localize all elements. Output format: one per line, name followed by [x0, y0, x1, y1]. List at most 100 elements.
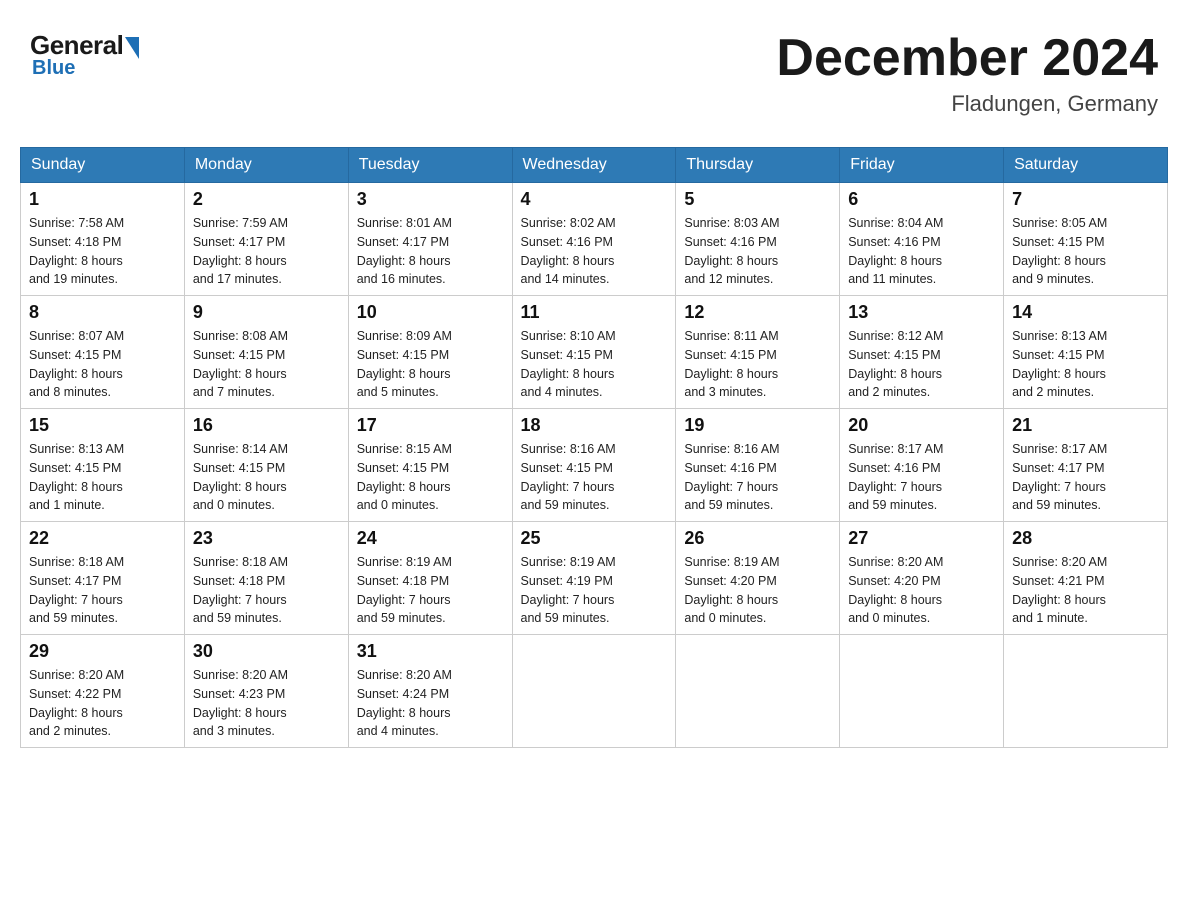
day-info: Sunrise: 8:20 AMSunset: 4:24 PMDaylight:… [357, 666, 504, 741]
day-number: 5 [684, 189, 831, 210]
day-info: Sunrise: 8:03 AMSunset: 4:16 PMDaylight:… [684, 214, 831, 289]
day-info: Sunrise: 8:20 AMSunset: 4:21 PMDaylight:… [1012, 553, 1159, 628]
day-info: Sunrise: 8:19 AMSunset: 4:18 PMDaylight:… [357, 553, 504, 628]
day-number: 1 [29, 189, 176, 210]
day-of-week-header: Friday [840, 148, 1004, 183]
day-number: 31 [357, 641, 504, 662]
calendar-cell: 17 Sunrise: 8:15 AMSunset: 4:15 PMDayligh… [348, 409, 512, 522]
day-info: Sunrise: 8:09 AMSunset: 4:15 PMDaylight:… [357, 327, 504, 402]
day-number: 27 [848, 528, 995, 549]
calendar-cell: 31 Sunrise: 8:20 AMSunset: 4:24 PMDayligh… [348, 635, 512, 748]
calendar-cell: 29Sunrise: 8:20 AMSunset: 4:22 PMDayligh… [21, 635, 185, 748]
day-number: 24 [357, 528, 504, 549]
calendar-cell: 18 Sunrise: 8:16 AMSunset: 4:15 PMDayligh… [512, 409, 676, 522]
calendar-cell: 30 Sunrise: 8:20 AMSunset: 4:23 PMDayligh… [184, 635, 348, 748]
day-number: 28 [1012, 528, 1159, 549]
calendar-cell: 7Sunrise: 8:05 AMSunset: 4:15 PMDaylight… [1004, 183, 1168, 296]
day-number: 11 [521, 302, 668, 323]
calendar-cell: 27 Sunrise: 8:20 AMSunset: 4:20 PMDayligh… [840, 522, 1004, 635]
day-of-week-header: Wednesday [512, 148, 676, 183]
day-info: Sunrise: 8:16 AMSunset: 4:15 PMDaylight:… [521, 440, 668, 515]
day-info: Sunrise: 8:11 AMSunset: 4:15 PMDaylight:… [684, 327, 831, 402]
calendar-cell: 11 Sunrise: 8:10 AMSunset: 4:15 PMDayligh… [512, 296, 676, 409]
day-number: 26 [684, 528, 831, 549]
day-of-week-header: Sunday [21, 148, 185, 183]
day-number: 16 [193, 415, 340, 436]
calendar-cell: 10 Sunrise: 8:09 AMSunset: 4:15 PMDayligh… [348, 296, 512, 409]
day-number: 21 [1012, 415, 1159, 436]
day-info: Sunrise: 8:19 AMSunset: 4:19 PMDaylight:… [521, 553, 668, 628]
calendar-cell: 9 Sunrise: 8:08 AMSunset: 4:15 PMDaylight… [184, 296, 348, 409]
week-row: 29Sunrise: 8:20 AMSunset: 4:22 PMDayligh… [21, 635, 1168, 748]
day-of-week-header: Tuesday [348, 148, 512, 183]
calendar-cell: 22 Sunrise: 8:18 AMSunset: 4:17 PMDayligh… [21, 522, 185, 635]
days-of-week-row: SundayMondayTuesdayWednesdayThursdayFrid… [21, 148, 1168, 183]
calendar-cell [512, 635, 676, 748]
day-number: 22 [29, 528, 176, 549]
day-number: 6 [848, 189, 995, 210]
day-info: Sunrise: 8:04 AMSunset: 4:16 PMDaylight:… [848, 214, 995, 289]
calendar-table: SundayMondayTuesdayWednesdayThursdayFrid… [20, 147, 1168, 748]
calendar-cell [840, 635, 1004, 748]
calendar-cell: 2 Sunrise: 7:59 AMSunset: 4:17 PMDaylight… [184, 183, 348, 296]
day-info: Sunrise: 8:10 AMSunset: 4:15 PMDaylight:… [521, 327, 668, 402]
day-info: Sunrise: 8:12 AMSunset: 4:15 PMDaylight:… [848, 327, 995, 402]
day-info: Sunrise: 8:02 AMSunset: 4:16 PMDaylight:… [521, 214, 668, 289]
day-info: Sunrise: 8:20 AMSunset: 4:23 PMDaylight:… [193, 666, 340, 741]
calendar-cell: 19Sunrise: 8:16 AMSunset: 4:16 PMDayligh… [676, 409, 840, 522]
day-number: 23 [193, 528, 340, 549]
day-number: 18 [521, 415, 668, 436]
day-info: Sunrise: 8:08 AMSunset: 4:15 PMDaylight:… [193, 327, 340, 402]
calendar-cell [1004, 635, 1168, 748]
day-info: Sunrise: 8:14 AMSunset: 4:15 PMDaylight:… [193, 440, 340, 515]
calendar-cell: 8 Sunrise: 8:07 AMSunset: 4:15 PMDaylight… [21, 296, 185, 409]
week-row: 22 Sunrise: 8:18 AMSunset: 4:17 PMDayligh… [21, 522, 1168, 635]
calendar-cell: 23Sunrise: 8:18 AMSunset: 4:18 PMDayligh… [184, 522, 348, 635]
day-info: Sunrise: 8:13 AMSunset: 4:15 PMDaylight:… [1012, 327, 1159, 402]
day-number: 17 [357, 415, 504, 436]
day-number: 15 [29, 415, 176, 436]
calendar-cell: 25Sunrise: 8:19 AMSunset: 4:19 PMDayligh… [512, 522, 676, 635]
day-of-week-header: Monday [184, 148, 348, 183]
day-of-week-header: Saturday [1004, 148, 1168, 183]
day-info: Sunrise: 8:15 AMSunset: 4:15 PMDaylight:… [357, 440, 504, 515]
day-number: 9 [193, 302, 340, 323]
week-row: 15Sunrise: 8:13 AMSunset: 4:15 PMDayligh… [21, 409, 1168, 522]
calendar-cell: 12 Sunrise: 8:11 AMSunset: 4:15 PMDayligh… [676, 296, 840, 409]
title-area: December 2024 Fladungen, Germany [776, 30, 1158, 117]
day-number: 7 [1012, 189, 1159, 210]
logo-bottom-text: Blue [32, 57, 75, 80]
calendar-cell [676, 635, 840, 748]
day-info: Sunrise: 8:19 AMSunset: 4:20 PMDaylight:… [684, 553, 831, 628]
day-of-week-header: Thursday [676, 148, 840, 183]
calendar-cell: 26 Sunrise: 8:19 AMSunset: 4:20 PMDayligh… [676, 522, 840, 635]
day-number: 8 [29, 302, 176, 323]
week-row: 1Sunrise: 7:58 AMSunset: 4:18 PMDaylight… [21, 183, 1168, 296]
logo: General Blue [30, 30, 143, 80]
month-title: December 2024 [776, 30, 1158, 87]
day-info: Sunrise: 8:07 AMSunset: 4:15 PMDaylight:… [29, 327, 176, 402]
day-info: Sunrise: 8:20 AMSunset: 4:20 PMDaylight:… [848, 553, 995, 628]
calendar-cell: 21 Sunrise: 8:17 AMSunset: 4:17 PMDayligh… [1004, 409, 1168, 522]
day-info: Sunrise: 8:17 AMSunset: 4:17 PMDaylight:… [1012, 440, 1159, 515]
day-info: Sunrise: 8:01 AMSunset: 4:17 PMDaylight:… [357, 214, 504, 289]
day-number: 10 [357, 302, 504, 323]
page-header: General Blue December 2024 Fladungen, Ge… [20, 20, 1168, 127]
calendar-cell: 1Sunrise: 7:58 AMSunset: 4:18 PMDaylight… [21, 183, 185, 296]
location-title: Fladungen, Germany [776, 91, 1158, 117]
calendar-cell: 3Sunrise: 8:01 AMSunset: 4:17 PMDaylight… [348, 183, 512, 296]
day-number: 12 [684, 302, 831, 323]
calendar-cell: 15Sunrise: 8:13 AMSunset: 4:15 PMDayligh… [21, 409, 185, 522]
calendar-cell: 16 Sunrise: 8:14 AMSunset: 4:15 PMDayligh… [184, 409, 348, 522]
calendar-cell: 5 Sunrise: 8:03 AMSunset: 4:16 PMDaylight… [676, 183, 840, 296]
calendar-cell: 14 Sunrise: 8:13 AMSunset: 4:15 PMDayligh… [1004, 296, 1168, 409]
day-number: 30 [193, 641, 340, 662]
day-info: Sunrise: 8:18 AMSunset: 4:17 PMDaylight:… [29, 553, 176, 628]
day-number: 19 [684, 415, 831, 436]
day-number: 14 [1012, 302, 1159, 323]
calendar-cell: 4Sunrise: 8:02 AMSunset: 4:16 PMDaylight… [512, 183, 676, 296]
day-number: 2 [193, 189, 340, 210]
logo-triangle-icon [125, 37, 139, 59]
day-info: Sunrise: 7:59 AMSunset: 4:17 PMDaylight:… [193, 214, 340, 289]
day-number: 13 [848, 302, 995, 323]
